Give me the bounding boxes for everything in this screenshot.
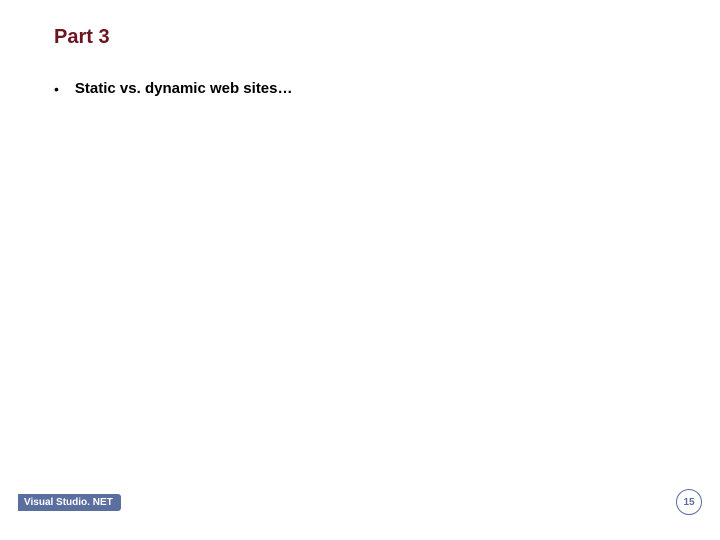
slide-content: • Static vs. dynamic web sites… bbox=[54, 80, 666, 97]
bullet-text: Static vs. dynamic web sites… bbox=[75, 80, 293, 97]
slide-title: Part 3 bbox=[54, 26, 110, 49]
bullet-marker-icon: • bbox=[54, 81, 59, 97]
footer-product-label: Visual Studio. NET bbox=[18, 494, 121, 511]
page-number-badge: 15 bbox=[676, 489, 702, 515]
slide-footer: Visual Studio. NET 15 bbox=[18, 492, 702, 512]
bullet-item: • Static vs. dynamic web sites… bbox=[54, 80, 666, 97]
